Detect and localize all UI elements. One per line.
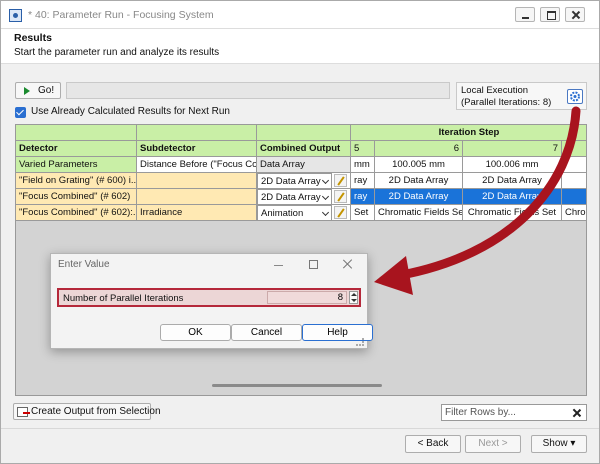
- table-cell[interactable]: 2D Data Array: [375, 173, 463, 189]
- combined-output-dropdown[interactable]: 2D Data Array: [257, 173, 332, 189]
- window-title: * 40: Parameter Run - Focusing System: [28, 9, 214, 21]
- table-row-subdetector[interactable]: [137, 173, 257, 189]
- horizontal-scrollbar[interactable]: [212, 384, 382, 387]
- table-row-subdetector[interactable]: Distance Before ("Focus Co...: [137, 157, 257, 173]
- parameter-run-window: * 40: Parameter Run - Focusing System Re…: [0, 0, 600, 464]
- combined-output-dropdown[interactable]: Animation: [257, 205, 332, 221]
- pencil-icon[interactable]: [334, 190, 347, 203]
- footer-divider: [1, 428, 599, 429]
- table-cell[interactable]: 100.006 mm: [463, 157, 562, 173]
- table-cell[interactable]: [562, 157, 586, 173]
- back-button[interactable]: < Back: [405, 435, 461, 453]
- filter-placeholder: Filter Rows by...: [445, 407, 516, 418]
- table-row-combined[interactable]: Data Array: [257, 157, 351, 173]
- use-cached-results-label: Use Already Calculated Results for Next …: [31, 106, 230, 117]
- table-cell[interactable]: 100.005 mm: [375, 157, 463, 173]
- ok-button[interactable]: OK: [160, 324, 231, 341]
- page-title: Results: [14, 32, 52, 44]
- parallel-iterations-label: Number of Parallel Iterations: [63, 293, 184, 304]
- pencil-icon[interactable]: [334, 206, 347, 219]
- column-header-6[interactable]: 6: [375, 141, 463, 157]
- table-row-subdetector[interactable]: [137, 189, 257, 205]
- header-blank-3: [257, 125, 351, 141]
- table-cell[interactable]: 2D Data Array: [463, 173, 562, 189]
- show-button[interactable]: Show ▾: [531, 435, 587, 453]
- table-row-detector[interactable]: "Field on Grating" (# 600) i...: [16, 173, 137, 189]
- header-blank-1: [16, 125, 137, 141]
- dialog-close-icon[interactable]: [341, 258, 354, 271]
- cancel-button[interactable]: Cancel: [231, 324, 302, 341]
- create-output-label: Create Output from Selection: [31, 406, 161, 417]
- title-bar: * 40: Parameter Run - Focusing System: [1, 1, 599, 29]
- dropdown-value: Animation: [261, 208, 304, 219]
- table-cell[interactable]: Set: [351, 205, 375, 221]
- page-subtitle: Start the parameter run and analyze its …: [14, 47, 220, 58]
- parallel-iterations-text: (Parallel Iterations: 8): [461, 97, 552, 108]
- table-row-detector[interactable]: "Focus Combined" (# 602): [16, 189, 137, 205]
- column-header-combined-output[interactable]: Combined Output: [257, 141, 351, 157]
- edit-cell[interactable]: [332, 189, 351, 205]
- minimize-button[interactable]: [515, 7, 535, 22]
- dialog-minimize-icon[interactable]: [274, 265, 283, 266]
- play-icon: [24, 87, 30, 95]
- edit-cell[interactable]: [332, 173, 351, 189]
- table-cell[interactable]: Chromatic Fields Set: [375, 205, 463, 221]
- execution-mode-text: Local Execution: [461, 85, 529, 96]
- edit-cell[interactable]: [332, 205, 351, 221]
- spinner-arrows-icon[interactable]: [349, 291, 358, 304]
- header-blank-2: [137, 125, 257, 141]
- maximize-button[interactable]: [540, 7, 560, 22]
- table-cell[interactable]: mm: [351, 157, 375, 173]
- gear-icon: [570, 91, 580, 102]
- use-cached-results-checkbox[interactable]: [15, 107, 26, 118]
- progress-bar: [66, 82, 450, 99]
- table-cell[interactable]: [562, 173, 586, 189]
- chevron-down-icon: [321, 208, 330, 217]
- chevron-down-icon: [321, 176, 330, 185]
- table-cell-selected[interactable]: 2D Data Array: [375, 189, 463, 205]
- app-icon: [9, 9, 22, 22]
- table-cell-selected[interactable]: [562, 189, 586, 205]
- column-header-7[interactable]: 7: [463, 141, 562, 157]
- column-header-5[interactable]: 5: [351, 141, 375, 157]
- combined-output-dropdown[interactable]: 2D Data Array: [257, 189, 332, 205]
- dropdown-value: 2D Data Array: [261, 176, 321, 187]
- dialog-maximize-icon[interactable]: [309, 260, 318, 269]
- table-cell[interactable]: Chromatic Fields Set: [463, 205, 562, 221]
- table-row-subdetector[interactable]: Irradiance: [137, 205, 257, 221]
- chevron-down-icon: [321, 192, 330, 201]
- resize-grip-icon[interactable]: [356, 338, 364, 346]
- go-button-label: Go!: [38, 85, 55, 96]
- column-header-subdetector[interactable]: Subdetector: [137, 141, 257, 157]
- table-cell[interactable]: ray: [351, 173, 375, 189]
- pencil-icon[interactable]: [334, 174, 347, 187]
- table-row-detector[interactable]: Varied Parameters: [16, 157, 137, 173]
- table-cell-selected[interactable]: ray: [351, 189, 375, 205]
- page-header: Results Start the parameter run and anal…: [1, 29, 599, 64]
- table-row-detector[interactable]: "Focus Combined" (# 602):...: [16, 205, 137, 221]
- create-output-icon: [17, 407, 30, 417]
- next-button[interactable]: Next >: [465, 435, 521, 453]
- table-cell[interactable]: Chron: [562, 205, 586, 221]
- iteration-step-header: Iteration Step: [351, 125, 586, 141]
- parallel-iterations-field: Number of Parallel Iterations: [57, 288, 361, 307]
- go-button[interactable]: Go!: [15, 82, 61, 99]
- dropdown-value: 2D Data Array: [261, 192, 321, 203]
- clear-filter-icon[interactable]: [572, 408, 582, 418]
- column-header-detector[interactable]: Detector: [16, 141, 137, 157]
- filter-rows-input[interactable]: Filter Rows by...: [441, 404, 587, 421]
- close-button[interactable]: [565, 7, 585, 22]
- dialog-title: Enter Value: [58, 259, 110, 270]
- column-header-8: [562, 141, 586, 157]
- enter-value-dialog: Enter Value Number of Parallel Iteration…: [50, 253, 373, 349]
- execution-settings-button[interactable]: [567, 89, 583, 104]
- parallel-iterations-input[interactable]: [267, 291, 347, 304]
- table-cell-selected[interactable]: 2D Data Array: [463, 189, 562, 205]
- create-output-button[interactable]: Create Output from Selection: [13, 403, 161, 420]
